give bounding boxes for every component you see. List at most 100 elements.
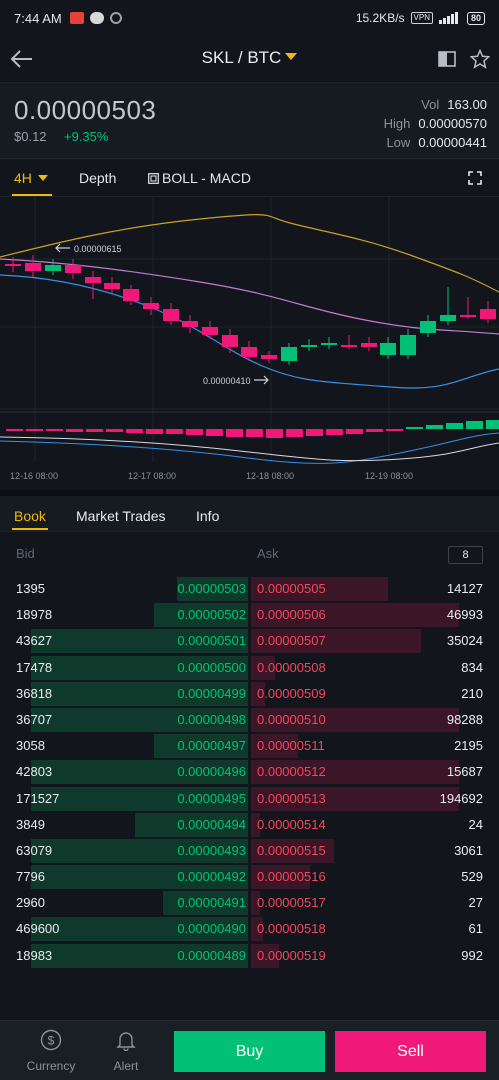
candle-body (65, 265, 81, 273)
low-value: 0.00000441 (418, 135, 487, 150)
last-price: 0.00000503 (14, 95, 157, 125)
candle (281, 343, 297, 365)
bid-price: 0.00000491 (177, 895, 246, 911)
book-row[interactable]: 18978 0.00000502 0.00000506 46993 (0, 602, 499, 628)
nav-currency[interactable]: $ Currency (21, 1029, 81, 1073)
ask-price: 0.00000519 (257, 947, 326, 963)
interval-label: 4H (14, 170, 32, 186)
currency-label: Currency (26, 1059, 76, 1073)
ask-qty: 15687 (446, 764, 483, 780)
macd-bar (146, 429, 163, 434)
candle (460, 297, 476, 319)
candle-body (420, 321, 436, 333)
macd-bar (86, 429, 103, 432)
book-row[interactable]: 171527 0.00000495 0.00000513 194692 (0, 786, 499, 812)
book-row[interactable]: 18983 0.00000489 0.00000519 992 (0, 943, 499, 969)
favorite-star-icon[interactable] (470, 49, 490, 69)
macd-bar (226, 429, 243, 437)
candle (321, 337, 337, 349)
candle (301, 339, 317, 351)
svg-text:$: $ (48, 1034, 55, 1048)
book-row[interactable]: 2960 0.00000491 0.00000517 27 (0, 890, 499, 916)
macd-bar (126, 429, 143, 433)
tab-indicators[interactable]: BOLL - MACD (148, 170, 251, 186)
bid-price: 0.00000502 (177, 607, 246, 623)
ask-price: 0.00000505 (257, 581, 326, 596)
book-row[interactable]: 1395 0.00000503 0.00000505 14127 (0, 576, 499, 602)
macd-bar (386, 429, 403, 431)
book-row[interactable]: 42803 0.00000496 0.00000512 15687 (0, 759, 499, 785)
low-marker: 0.00000410 (203, 375, 269, 386)
chevron-down-icon (285, 53, 298, 60)
net-speed: 15.2KB/s (355, 11, 405, 25)
book-row[interactable]: 36707 0.00000498 0.00000510 98288 (0, 707, 499, 733)
macd-bar (26, 429, 43, 431)
tab-info[interactable]: Info (196, 508, 219, 524)
tab-book[interactable]: Book (14, 508, 46, 524)
book-row[interactable]: 63079 0.00000493 0.00000515 3061 (0, 838, 499, 864)
ask-price: 0.00000510 (257, 711, 326, 727)
depth-selector[interactable]: 8 (448, 546, 483, 564)
bid-price: 0.00000492 (177, 869, 246, 885)
book-row[interactable]: 36818 0.00000499 0.00000509 210 (0, 681, 499, 707)
candlestick-chart[interactable]: 0.00000615 0.00000410 12-16 08:00 12-17 08:… (0, 196, 499, 490)
macd-bar (346, 429, 363, 434)
high-label: High (383, 116, 411, 131)
bid-qty: 2960 (16, 895, 45, 911)
high-value: 0.00000570 (418, 116, 487, 131)
layout-toggle-icon[interactable] (437, 49, 457, 69)
candle-body (182, 321, 198, 327)
tab-interval[interactable]: 4H (14, 170, 48, 186)
candle-body (45, 265, 61, 271)
candle (361, 337, 377, 351)
ask-qty: 46993 (446, 607, 483, 623)
candles (5, 255, 496, 365)
bid-qty: 171527 (16, 790, 60, 806)
bid-qty: 1395 (16, 581, 45, 596)
bid-qty: 43627 (16, 633, 53, 649)
candle-body (25, 263, 41, 271)
candle (104, 277, 120, 293)
candle-body (143, 303, 159, 309)
book-row[interactable]: 17478 0.00000500 0.00000508 834 (0, 655, 499, 681)
status-time: 7:44 AM (14, 10, 62, 26)
bid-qty: 469600 (16, 921, 60, 937)
book-row[interactable]: 3058 0.00000497 0.00000511 2195 (0, 733, 499, 759)
macd-bar (46, 429, 63, 431)
candle (241, 341, 257, 361)
sell-button[interactable]: Sell (335, 1031, 486, 1072)
ask-qty: 194692 (439, 790, 483, 806)
fiat-price: $0.12 (14, 129, 47, 144)
candle-body (281, 347, 297, 361)
pair-selector[interactable]: SKL / BTC (0, 48, 499, 68)
ask-price: 0.00000513 (257, 790, 326, 806)
candle-body (400, 335, 416, 355)
macd-bar (106, 429, 123, 432)
macd-panel (0, 420, 499, 464)
candle-body (104, 283, 120, 289)
book-row[interactable]: 7796 0.00000492 0.00000516 529 (0, 864, 499, 890)
macd-bar (326, 429, 343, 435)
candle (65, 259, 81, 279)
book-row[interactable]: 469600 0.00000490 0.00000518 61 (0, 916, 499, 942)
candle (25, 255, 41, 277)
weibo-icon (89, 12, 104, 24)
signal-line (0, 436, 499, 462)
right-arrow-icon (254, 375, 269, 385)
bid-qty: 18978 (16, 607, 53, 623)
book-row[interactable]: 3849 0.00000494 0.00000514 24 (0, 812, 499, 838)
tab-market-trades[interactable]: Market Trades (76, 508, 165, 524)
book-row[interactable]: 43627 0.00000501 0.00000507 35024 (0, 628, 499, 654)
ticker-stats: Vol 163.00 High 0.00000570 Low 0.00000441 (384, 95, 487, 152)
macd-bar (6, 429, 23, 431)
candle-body (301, 345, 317, 347)
status-bar: 7:44 AM 15.2KB/s VPN 80 (0, 0, 499, 36)
x-tick-label: 12-18 08:00 (246, 471, 294, 481)
tab-depth[interactable]: Depth (79, 170, 116, 186)
candle (143, 297, 159, 315)
ask-qty: 24 (468, 816, 483, 832)
chevron-down-icon (37, 175, 48, 181)
nav-alert[interactable]: Alert (96, 1029, 156, 1073)
fullscreen-icon[interactable] (468, 171, 482, 185)
buy-button[interactable]: Buy (174, 1031, 325, 1072)
